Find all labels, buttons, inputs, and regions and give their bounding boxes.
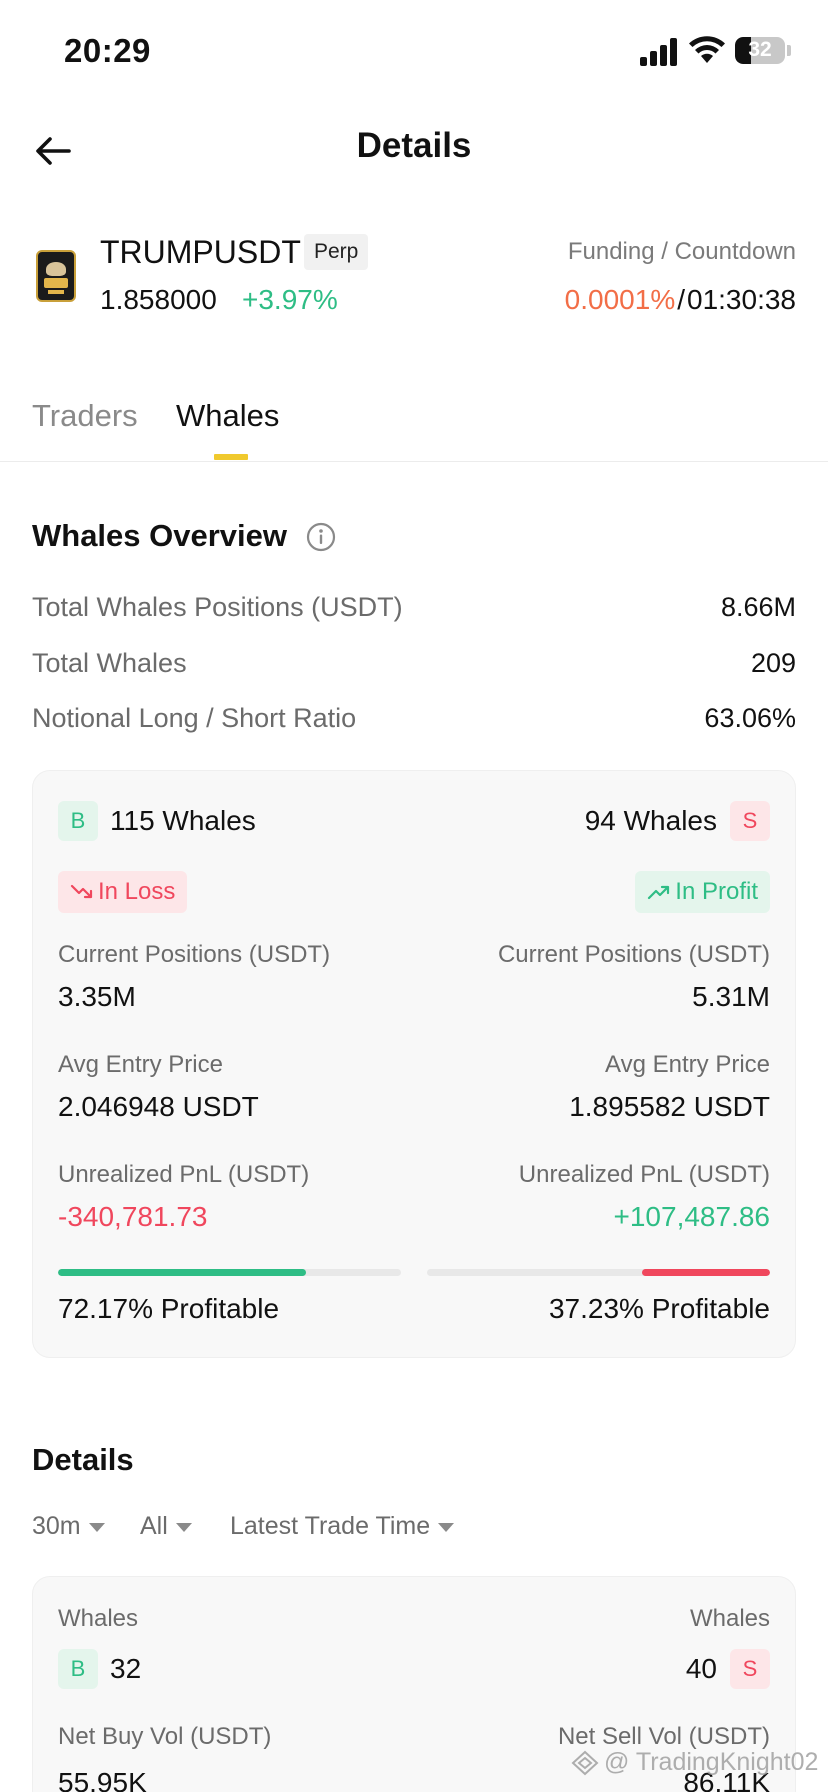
filter-timeframe[interactable]: 30m [32,1512,105,1541]
cellular-signal-icon [640,36,678,66]
total-whales-label: Total Whales [32,648,187,678]
tab-bar: Traders Whales [0,392,828,462]
total-whales-value: 209 [750,648,796,678]
long-profitable-bar [58,1269,401,1276]
funding-rate: 0.0001% [564,284,676,315]
watermark: @ TradingKnight02 [570,1748,818,1777]
short-entry-value: 1.895582 USDT [569,1091,770,1122]
watermark-text: @ TradingKnight02 [604,1748,819,1776]
long-entry-label: Avg Entry Price [58,1051,223,1078]
last-price: 1.858000 [100,284,217,315]
short-profitable-bar [427,1269,770,1276]
caret-down-icon [175,1523,192,1532]
total-whales-row: Total Whales 209 [32,648,796,688]
filter-sort[interactable]: Latest Trade Time [230,1512,455,1541]
net-buy-value: 55.95K [58,1767,147,1792]
in-loss-badge: In Loss [58,871,188,913]
long-pnl-value: -340,781.73 [58,1201,208,1232]
total-positions-row: Total Whales Positions (USDT) 8.66M [32,592,796,632]
in-profit-label: In Profit [675,878,758,905]
funding-separator: / [677,284,685,315]
long-short-ratio-row: Notional Long / Short Ratio 63.06% [32,703,796,743]
buy-whales-count: 32 [110,1653,142,1684]
sell-badge: S [730,801,770,841]
tab-whales[interactable]: Whales [176,398,279,434]
long-short-ratio-value: 63.06% [704,703,796,733]
short-positions-label: Current Positions (USDT) [497,941,770,968]
watermark-logo-icon [571,1750,599,1775]
funding-label: Funding / Countdown [567,238,796,265]
filter-timeframe-label: 30m [32,1512,81,1540]
short-pnl-label: Unrealized PnL (USDT) [518,1161,770,1188]
coin-logo-icon [36,250,76,302]
buy-whales-label: Whales [58,1605,139,1632]
long-positions-value: 3.35M [58,981,136,1012]
trend-down-icon [70,884,93,899]
whales-overview-title: Whales Overview [32,518,288,553]
funding-values: 0.0001% / 01:30:38 [565,284,796,316]
long-whales-count: 115 Whales [110,805,256,836]
info-icon[interactable] [306,522,336,552]
active-tab-indicator [214,454,248,460]
battery-level-text: 32 [748,38,772,61]
price-change: +3.97% [242,284,338,315]
long-profitable-text: 72.17% Profitable [58,1293,280,1324]
contract-type-badge: Perp [304,234,369,270]
buy-badge: B [58,801,98,841]
battery-cap [787,45,791,56]
filter-side[interactable]: All [140,1512,192,1541]
caret-down-icon [88,1523,105,1532]
buy-badge: B [58,1649,98,1689]
long-profitable-fill [58,1269,306,1276]
filter-side-label: All [140,1512,168,1540]
trend-up-icon [648,885,670,900]
long-pnl-label: Unrealized PnL (USDT) [58,1161,310,1188]
status-bar: 20:29 32 [0,0,828,100]
tab-traders[interactable]: Traders [32,398,138,434]
ticker-header[interactable]: TRUMPUSDT Perp 1.858000 +3.97% Funding /… [0,226,828,326]
short-whales-count: 94 Whales [584,805,717,836]
details-filters: 30m All Latest Trade Time [32,1512,796,1552]
caret-down-icon [438,1523,455,1532]
sell-whales-label: Whales [689,1605,770,1632]
short-entry-label: Avg Entry Price [605,1051,770,1078]
in-profit-badge: In Profit [635,871,770,913]
long-positions-label: Current Positions (USDT) [58,941,331,968]
long-entry-value: 2.046948 USDT [58,1091,259,1122]
funding-countdown: 01:30:38 [687,284,796,315]
net-buy-label: Net Buy Vol (USDT) [58,1723,272,1750]
whales-summary-card: B 115 Whales 94 Whales S In Loss In Prof… [32,770,796,1358]
short-profitable-fill [642,1269,770,1276]
in-loss-label: In Loss [98,878,176,905]
long-short-ratio-label: Notional Long / Short Ratio [32,703,357,733]
sell-whales-count: 40 [685,1653,717,1684]
total-positions-label: Total Whales Positions (USDT) [32,592,403,622]
short-positions-value: 5.31M [692,981,770,1012]
page-title: Details [356,126,472,165]
short-pnl-value: +107,487.86 [613,1201,771,1232]
nav-header: Details [0,110,828,190]
total-positions-value: 8.66M [720,592,796,622]
ticker-symbol: TRUMPUSDT [100,234,301,270]
net-sell-label: Net Sell Vol (USDT) [557,1723,770,1750]
wifi-icon [689,36,725,63]
filter-sort-label: Latest Trade Time [230,1512,431,1540]
status-time: 20:29 [64,32,151,69]
short-profitable-text: 37.23% Profitable [548,1293,770,1324]
details-title: Details [32,1442,134,1477]
sell-badge: S [730,1649,770,1689]
battery-icon: 32 [735,37,785,64]
